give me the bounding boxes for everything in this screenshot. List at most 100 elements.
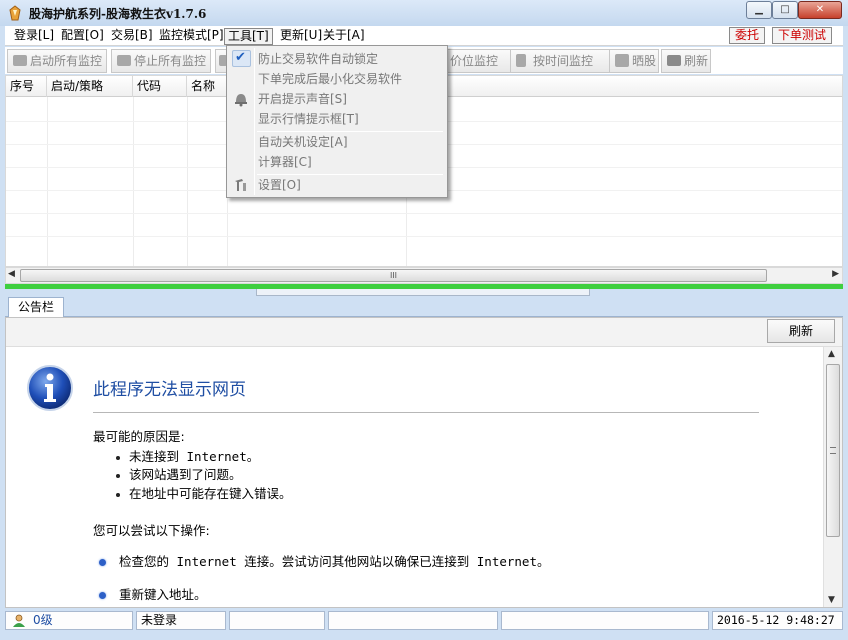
scroll-right-icon[interactable]: ▶	[832, 269, 839, 279]
share-icon	[615, 54, 629, 67]
menu-about[interactable]: 关于[A]	[320, 28, 368, 45]
try-item: 检查您的 Internet 连接。尝试访问其他网站以确保已连接到 Interne…	[99, 551, 550, 570]
try-item: 重新键入地址。	[99, 584, 207, 603]
menu-item-label: 显示行情提示框[T]	[258, 112, 359, 126]
price-monitor-label: 价位监控	[450, 54, 499, 68]
menu-item-label: 防止交易软件自动锁定	[258, 52, 379, 66]
start-all-monitor-button[interactable]: 启动所有监控	[7, 49, 107, 73]
menu-item-prevent-lock[interactable]: ✔ 防止交易软件自动锁定	[229, 49, 445, 69]
blue-bullet-icon	[99, 559, 106, 566]
app-window: 股海护航系列-股海救生衣v1.7.6 ▁ □ ✕ 登录[L] 配置[O] 交易[…	[0, 0, 848, 640]
status-cell	[501, 611, 709, 630]
menu-bar: 登录[L] 配置[O] 交易[B] 监控模式[P] 工具[T] 更新[U] 关于…	[5, 26, 843, 46]
bulletin-panel: 刷新 此程序无法显示网页 最可能的原因是: 未连接到 Internet。 该网站…	[5, 317, 843, 608]
bell-icon	[235, 94, 247, 107]
bask-stock-button[interactable]: 晒股	[609, 49, 659, 73]
window-title: 股海护航系列-股海救生衣v1.7.6	[29, 7, 207, 21]
refresh-toolbar-button[interactable]: 刷新	[661, 49, 711, 73]
refresh-icon	[667, 55, 681, 66]
tools-dropdown-menu: ✔ 防止交易软件自动锁定 下单完成后最小化交易软件 开启提示声音[S] 显示行情…	[226, 45, 448, 198]
column-header-strategy[interactable]: 启动/策略	[47, 76, 133, 97]
menu-config[interactable]: 配置[O]	[58, 28, 107, 45]
bulletin-tabstrip: 公告栏	[5, 296, 843, 318]
web-vertical-scrollbar[interactable]: ▲ ▼	[823, 347, 842, 607]
app-logo-icon	[9, 5, 21, 21]
monitor-icon	[13, 55, 27, 66]
tools-icon	[235, 179, 246, 191]
menu-item-calculator[interactable]: 计算器[C]	[229, 152, 445, 172]
user-icon	[13, 614, 25, 627]
grid-divider	[6, 236, 842, 237]
reason-item: 未连接到 Internet。	[116, 446, 259, 465]
menu-trade[interactable]: 交易[B]	[108, 28, 156, 45]
try-heading: 您可以尝试以下操作:	[93, 523, 210, 538]
reason-text: 未连接到 Internet。	[129, 449, 260, 464]
menu-item-minimize-after-order[interactable]: 下单完成后最小化交易软件	[229, 69, 445, 89]
scroll-left-icon[interactable]: ◀	[8, 269, 15, 279]
menu-item-label: 计算器[C]	[258, 155, 312, 169]
time-monitor-button[interactable]: 按时间监控	[510, 49, 610, 73]
scroll-up-icon[interactable]: ▲	[828, 349, 835, 359]
document-icon	[516, 54, 526, 67]
bulletin-refresh-button[interactable]: 刷新	[767, 319, 835, 343]
refresh-label: 刷新	[684, 54, 709, 68]
stop-all-monitor-button[interactable]: 停止所有监控	[111, 49, 211, 73]
scroll-down-icon[interactable]: ▼	[828, 595, 835, 605]
time-monitor-label: 按时间监控	[533, 54, 594, 68]
menu-login[interactable]: 登录[L]	[11, 28, 57, 45]
grid-divider	[47, 97, 48, 266]
entrust-button[interactable]: 委托	[729, 27, 766, 44]
panel-splitter[interactable]	[256, 289, 590, 296]
grip-icon	[830, 447, 836, 454]
menu-item-quote-tip[interactable]: 显示行情提示框[T]	[229, 109, 445, 129]
datetime: 2016-5-12 9:48:27	[712, 611, 843, 630]
scroll-thumb[interactable]: III	[20, 269, 767, 282]
start-all-label: 启动所有监控	[30, 54, 103, 68]
maximize-button[interactable]: □	[772, 1, 798, 19]
minimize-button[interactable]: ▁	[746, 1, 772, 19]
menu-monitor-mode[interactable]: 监控模式[P]	[156, 28, 227, 45]
info-icon	[27, 365, 73, 411]
bulletin-toolbar: 刷新	[6, 318, 842, 347]
column-header-name[interactable]: 名称	[187, 76, 227, 97]
reason-text: 该网站遇到了问题。	[129, 467, 242, 482]
menu-item-label: 下单完成后最小化交易软件	[258, 72, 403, 86]
reason-item: 该网站遇到了问题。	[116, 464, 242, 483]
status-cell	[229, 611, 325, 630]
grid-horizontal-scrollbar[interactable]: ◀ III ▶	[5, 267, 843, 284]
divider	[93, 412, 759, 413]
web-view: 此程序无法显示网页 最可能的原因是: 未连接到 Internet。 该网站遇到了…	[6, 347, 823, 607]
menu-tools[interactable]: 工具[T]	[224, 28, 273, 45]
menu-item-label: 自动关机设定[A]	[258, 135, 348, 149]
grid-divider	[187, 97, 188, 266]
login-status: 未登录	[136, 611, 226, 630]
bullet-icon	[116, 492, 120, 497]
bask-label: 晒股	[632, 54, 657, 68]
reason-heading: 最可能的原因是:	[93, 429, 185, 444]
column-header-code[interactable]: 代码	[133, 76, 187, 97]
grid-divider	[6, 213, 842, 214]
grid-divider	[133, 97, 134, 266]
bullet-icon	[116, 473, 120, 478]
column-header-seq[interactable]: 序号	[6, 76, 47, 97]
menu-item-auto-shutdown[interactable]: 自动关机设定[A]	[229, 132, 445, 152]
error-title: 此程序无法显示网页	[93, 380, 246, 400]
user-level-cell: 0级	[5, 611, 133, 630]
menu-item-settings[interactable]: 设置[O]	[229, 175, 445, 195]
bullet-icon	[116, 455, 120, 460]
close-button[interactable]: ✕	[798, 1, 842, 19]
blue-bullet-icon	[99, 592, 106, 599]
order-test-button[interactable]: 下单测试	[772, 27, 833, 44]
menu-update[interactable]: 更新[U]	[277, 28, 325, 45]
tab-bulletin[interactable]: 公告栏	[8, 297, 64, 318]
user-level: 0级	[33, 613, 53, 627]
stop-all-label: 停止所有监控	[134, 54, 207, 68]
menu-item-label: 开启提示声音[S]	[258, 92, 347, 106]
menu-item-label: 设置[O]	[258, 178, 301, 192]
scroll-thumb[interactable]	[826, 364, 840, 537]
reason-text: 在地址中可能存在键入错误。	[129, 486, 292, 501]
menu-item-sound[interactable]: 开启提示声音[S]	[229, 89, 445, 109]
try-text: 检查您的 Internet 连接。尝试访问其他网站以确保已连接到 Interne…	[119, 554, 550, 569]
status-bar: 0级 未登录 2016-5-12 9:48:27	[0, 609, 848, 640]
status-cell	[328, 611, 498, 630]
